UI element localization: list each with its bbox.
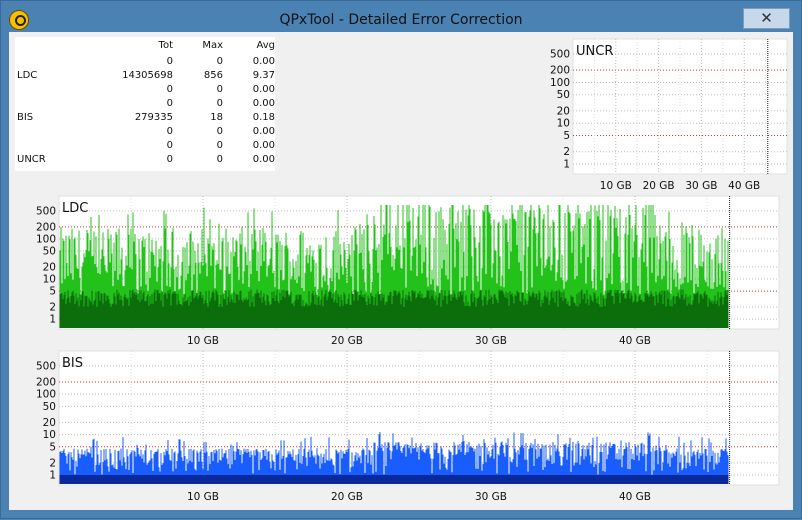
bis-y-tick-label: 1 — [49, 470, 56, 482]
uncr-y-tick-label: 5 — [563, 130, 570, 142]
ldc-x-tick-label: 40 GB — [619, 335, 651, 347]
ldc-chart-title: LDC — [62, 201, 88, 216]
ldc-x-tick-label: 10 GB — [187, 335, 219, 347]
ldc-y-tick-label: 100 — [36, 233, 56, 245]
uncr-x-tick-label: 10 GB — [600, 180, 632, 192]
ldc-y-tick-label: 50 — [43, 245, 56, 257]
uncr-y-tick-label: 1 — [563, 158, 570, 170]
uncr-y-tick-label: 20 — [557, 105, 570, 117]
ldc-y-tick-label: 5 — [49, 286, 56, 298]
ldc-y-tick-label: 500 — [36, 205, 56, 217]
bis-y-tick-label: 10 — [43, 429, 56, 441]
bis-y-tick-label: 50 — [43, 401, 56, 413]
bis-x-tick-label: 10 GB — [187, 491, 219, 503]
bis-y-tick-label: 5 — [49, 441, 56, 453]
ldc-x-tick-label: 30 GB — [475, 335, 507, 347]
bis-x-tick-label: 30 GB — [475, 491, 507, 503]
uncr-y-tick-label: 200 — [550, 65, 570, 77]
ldc-y-tick-label: 200 — [36, 221, 56, 233]
charts-layer: 50020010050201052110 GB 20 GB 30 GB 40 GBUN… — [36, 38, 788, 503]
uncr-y-tick-label: 50 — [557, 89, 570, 101]
bis-y-tick-label: 2 — [49, 457, 56, 469]
uncr-x-tick-label: 30 GB — [685, 180, 717, 192]
ldc-y-tick-label: 20 — [43, 261, 56, 273]
uncr-y-tick-label: 100 — [550, 77, 570, 89]
uncr-chart-title: UNCR — [576, 44, 613, 59]
bis-y-tick-label: 500 — [36, 360, 56, 372]
uncr-y-tick-label: 10 — [557, 118, 570, 130]
bis-x-tick-label: 20 GB — [331, 491, 363, 503]
bis-x-tick-label: 40 GB — [619, 491, 651, 503]
uncr-y-tick-label: 500 — [550, 48, 570, 60]
uncr-x-tick-label: 20 GB — [643, 180, 675, 192]
uncr-x-tick-label: 40 GB — [728, 180, 760, 192]
app-window: QPxTool - Detailed Error Correction ✕ To… — [0, 0, 802, 519]
ldc-y-tick-label: 2 — [49, 302, 56, 314]
bis-y-tick-label: 100 — [36, 389, 56, 401]
bis-y-tick-label: 200 — [36, 376, 56, 388]
ldc-x-tick-label: 20 GB — [331, 335, 363, 347]
ldc-y-tick-label: 10 — [43, 273, 56, 285]
uncr-y-tick-label: 2 — [563, 146, 570, 158]
bis-y-tick-label: 20 — [43, 417, 56, 429]
ldc-y-tick-label: 1 — [49, 314, 56, 326]
bis-chart-title: BIS — [62, 356, 83, 371]
